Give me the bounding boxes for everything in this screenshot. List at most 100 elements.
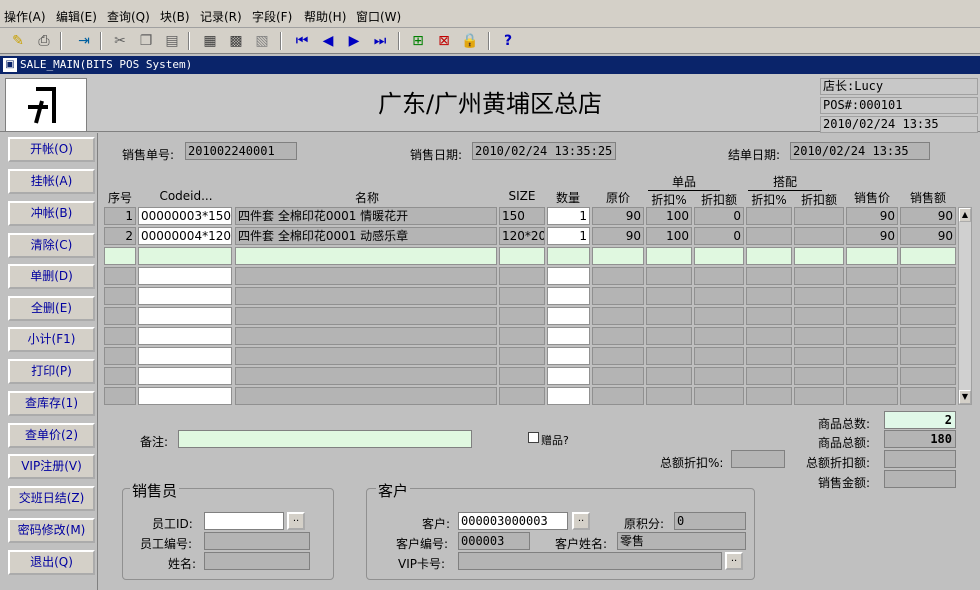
delete-record-icon[interactable]: ⊠ <box>434 31 454 51</box>
gift-checkbox[interactable] <box>528 432 539 443</box>
empty-cell-qty[interactable] <box>547 367 590 385</box>
col-qty: 数量 <box>555 191 580 205</box>
execute-query-icon[interactable]: ▩ <box>226 31 246 51</box>
empty-cell-sale_amt <box>900 387 956 405</box>
empty-cell-qty[interactable] <box>547 287 590 305</box>
empty-cell-size <box>499 307 545 325</box>
cell-disc_amt: 0 <box>694 207 744 225</box>
empty-cell-qty[interactable] <box>547 347 590 365</box>
empty-cell-qty[interactable] <box>547 267 590 285</box>
insert-record-icon[interactable]: ⊞ <box>408 31 428 51</box>
first-record-icon[interactable]: ⏮ <box>292 31 312 51</box>
delete-all-button[interactable]: 全删(E) <box>8 296 95 321</box>
scroll-down-icon[interactable]: ▼ <box>959 390 971 404</box>
empty-cell-qty[interactable] <box>547 247 590 265</box>
menu-window[interactable]: 窗口(W) <box>356 8 401 25</box>
reverse-account-button[interactable]: 冲帐(B) <box>8 201 95 226</box>
cell-code[interactable]: 00000003*150 <box>138 207 232 225</box>
empty-cell-code[interactable] <box>138 287 232 305</box>
menu-help[interactable]: 帮助(H) <box>304 8 346 25</box>
vip-lookup-button[interactable]: .. <box>725 552 743 570</box>
vip-register-button[interactable]: VIP注册(V) <box>8 454 95 479</box>
window-title: SALE_MAIN(BITS POS System) <box>20 58 193 71</box>
empty-cell-c_amt <box>794 347 844 365</box>
clear-button[interactable]: 清除(C) <box>8 233 95 258</box>
copy-icon[interactable]: ❐ <box>136 31 156 51</box>
customer-no-label: 客户编号: <box>396 537 449 551</box>
print-button[interactable]: 打印(P) <box>8 359 95 384</box>
empty-cell-c_amt <box>794 247 844 265</box>
check-price-button[interactable]: 查单价(2) <box>8 423 95 448</box>
vip-card-field <box>458 552 722 570</box>
empty-cell-sale_price <box>846 307 898 325</box>
empty-cell-qty[interactable] <box>547 307 590 325</box>
customer-input[interactable]: 000003000003 <box>458 512 568 530</box>
empty-cell-seq <box>104 367 136 385</box>
col-size: SIZE <box>508 189 536 203</box>
shift-close-button[interactable]: 交班日结(Z) <box>8 486 95 511</box>
open-account-button[interactable]: 开帐(O) <box>8 137 95 162</box>
menu-edit[interactable]: 编辑(E) <box>56 8 97 25</box>
app-icon: ▣ <box>3 58 17 72</box>
empty-cell-code[interactable] <box>138 247 232 265</box>
subtotal-button[interactable]: 小计(F1) <box>8 327 95 352</box>
empty-cell-name <box>235 347 497 365</box>
cell-qty[interactable]: 1 <box>547 227 590 245</box>
empty-cell-code[interactable] <box>138 347 232 365</box>
manager-label: 店长:Lucy <box>820 78 978 95</box>
check-stock-button[interactable]: 查库存(1) <box>8 391 95 416</box>
scroll-up-icon[interactable]: ▲ <box>959 208 971 222</box>
paste-icon[interactable]: ▤ <box>162 31 182 51</box>
last-record-icon[interactable]: ⏭ <box>370 31 390 51</box>
hang-account-button[interactable]: 挂帐(A) <box>8 169 95 194</box>
delete-single-button[interactable]: 单删(D) <box>8 264 95 289</box>
remarks-input[interactable] <box>178 430 472 448</box>
empty-cell-name <box>235 327 497 345</box>
cancel-query-icon[interactable]: ▧ <box>252 31 272 51</box>
empty-cell-code[interactable] <box>138 367 232 385</box>
print-icon[interactable]: ⎙ <box>34 31 54 51</box>
empty-cell-code[interactable] <box>138 327 232 345</box>
empty-cell-disc_pct <box>646 267 692 285</box>
lock-record-icon[interactable]: 🔒 <box>460 31 480 51</box>
cell-c_pct <box>746 227 792 245</box>
next-record-icon[interactable]: ▶ <box>344 31 364 51</box>
empty-cell-qty[interactable] <box>547 387 590 405</box>
cell-qty[interactable]: 1 <box>547 207 590 225</box>
empty-cell-sale_amt <box>900 247 956 265</box>
group-combo-header: 搭配 <box>748 173 822 191</box>
open-icon[interactable]: ✎ <box>8 31 28 51</box>
grid-scrollbar[interactable]: ▲ ▼ <box>958 207 972 405</box>
menu-field[interactable]: 字段(F) <box>252 8 292 25</box>
cell-code[interactable]: 00000004*120* <box>138 227 232 245</box>
col-disc-amt: 折扣额 <box>700 193 737 207</box>
empty-cell-code[interactable] <box>138 267 232 285</box>
cut-icon[interactable]: ✂ <box>110 31 130 51</box>
empty-cell-code[interactable] <box>138 387 232 405</box>
customer-lookup-button[interactable]: .. <box>572 512 590 530</box>
query-icon[interactable]: ▦ <box>200 31 220 51</box>
exit-button[interactable]: 退出(Q) <box>8 550 95 575</box>
change-password-button[interactable]: 密码修改(M) <box>8 518 95 543</box>
menu-operate[interactable]: 操作(A) <box>4 8 46 25</box>
menu-record[interactable]: 记录(R) <box>200 8 242 25</box>
prev-record-icon[interactable]: ◀ <box>318 31 338 51</box>
empty-cell-disc_amt <box>694 347 744 365</box>
exit-icon[interactable]: ⇥ <box>74 31 94 51</box>
menu-block[interactable]: 块(B) <box>160 8 190 25</box>
empty-cell-disc_amt <box>694 367 744 385</box>
employee-lookup-button[interactable]: .. <box>287 512 305 530</box>
cell-sale_amt: 90 <box>900 207 956 225</box>
empty-cell-code[interactable] <box>138 307 232 325</box>
employee-id-input[interactable] <box>204 512 284 530</box>
empty-cell-c_pct <box>746 347 792 365</box>
empty-cell-qty[interactable] <box>547 327 590 345</box>
help-icon[interactable]: ? <box>498 31 518 51</box>
empty-cell-size <box>499 327 545 345</box>
empty-cell-c_amt <box>794 387 844 405</box>
cell-size: 120*20 <box>499 227 545 245</box>
total-disc-pct-label: 总额折扣%: <box>660 456 724 470</box>
empty-cell-disc_pct <box>646 247 692 265</box>
empty-cell-c_pct <box>746 307 792 325</box>
menu-query[interactable]: 查询(Q) <box>107 8 150 25</box>
